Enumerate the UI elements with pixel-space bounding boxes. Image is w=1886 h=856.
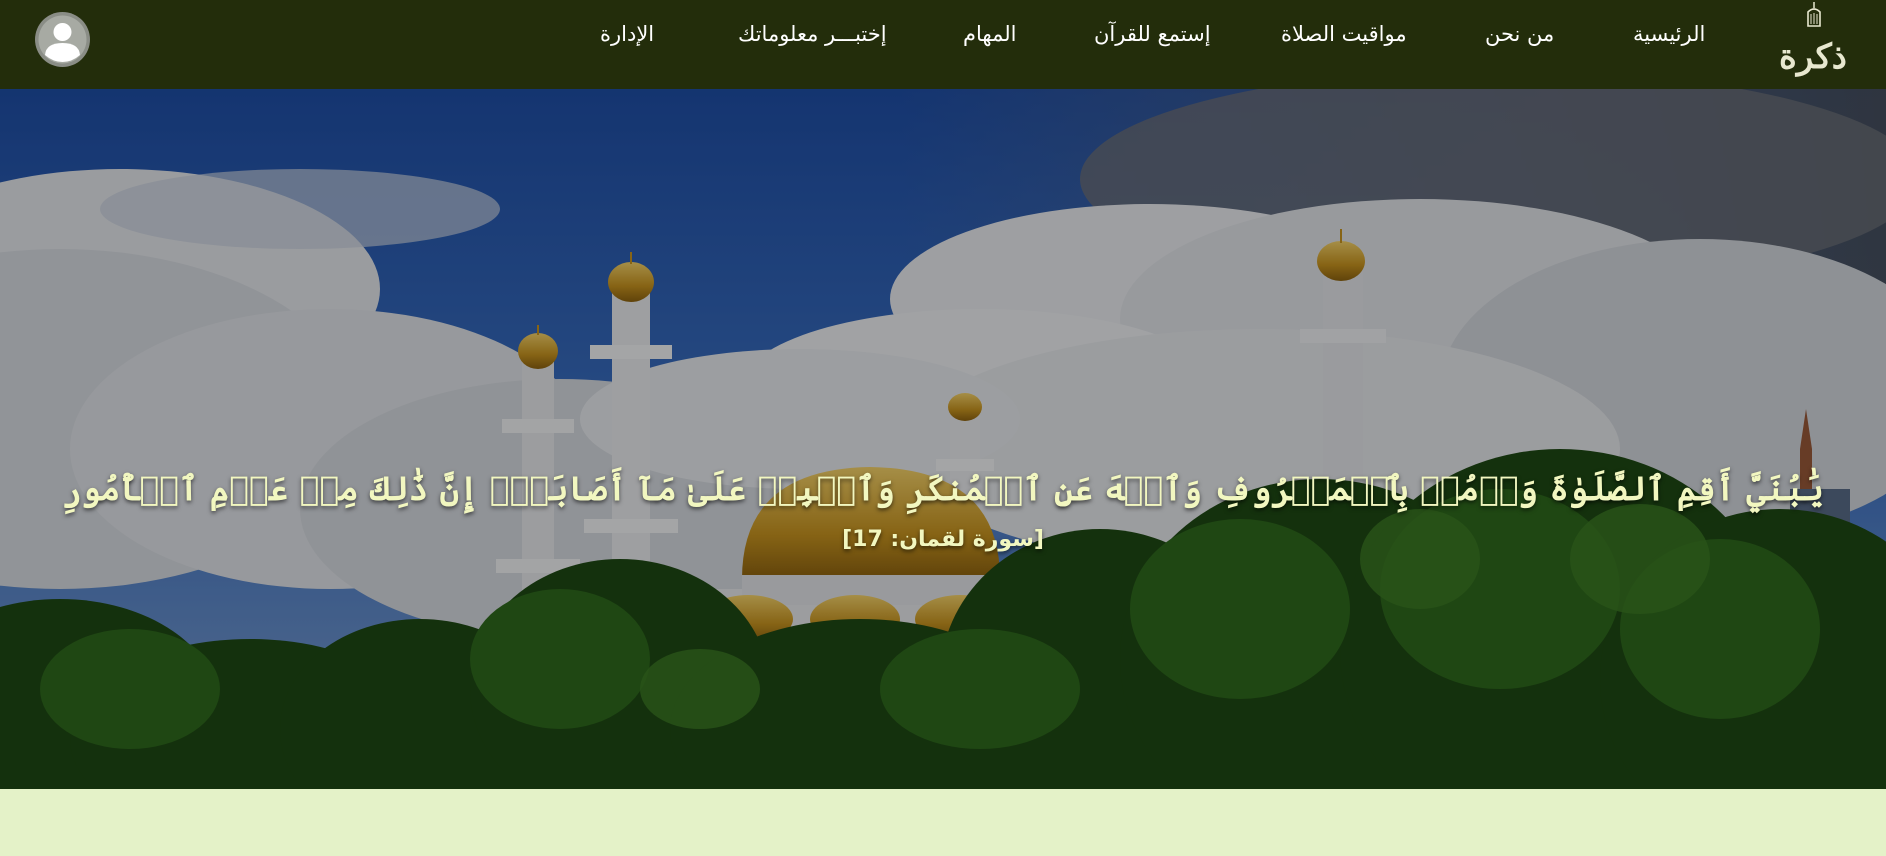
logo-text: ذكرة [1779,37,1847,77]
site-logo[interactable]: ذكرة [1778,0,1848,84]
nav-tasks[interactable]: المهام [963,22,1016,46]
nav-quiz[interactable]: إختبـــر معلوماتك [738,22,887,46]
hero-banner: يَٰبُنَيَّ أَقِمِ ٱلصَّلَوٰةَ وَأۡمُرۡ ب… [0,89,1886,789]
nav-home[interactable]: الرئيسية [1633,22,1705,46]
nav-about[interactable]: من نحن [1485,22,1554,46]
nav-admin[interactable]: الإدارة [600,22,654,46]
hero-dark-overlay [0,89,1886,789]
user-avatar-icon[interactable] [35,12,90,67]
top-navbar: الإدارة إختبـــر معلوماتك المهام إستمع ل… [0,0,1886,89]
nav-listen-quran[interactable]: إستمع للقرآن [1094,22,1211,46]
nav-prayer-times[interactable]: مواقيت الصلاة [1281,22,1407,46]
verse-reference: [سورة لقمان: 17] [842,527,1044,552]
quran-verse: يَٰبُنَيَّ أَقِمِ ٱلصَّلَوٰةَ وَأۡمُرۡ ب… [62,469,1824,508]
